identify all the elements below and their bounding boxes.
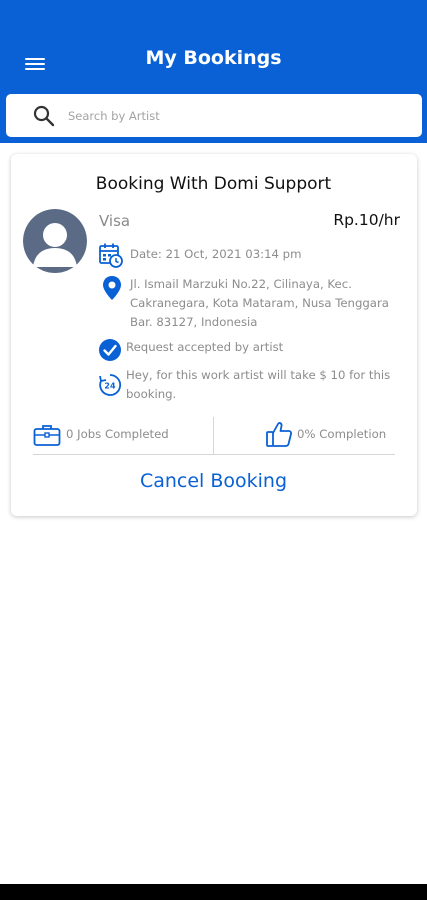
location-pin-icon bbox=[103, 276, 121, 300]
user-placeholder-icon bbox=[23, 209, 87, 273]
system-navigation-bar bbox=[0, 884, 427, 900]
stats-bottom-divider bbox=[33, 454, 395, 455]
booking-note: Hey, for this work artist will take $ 10… bbox=[126, 368, 391, 401]
briefcase-icon bbox=[33, 425, 61, 446]
booking-status: Request accepted by artist bbox=[126, 340, 284, 354]
search-input[interactable] bbox=[68, 103, 408, 129]
cancel-booking-button[interactable]: Cancel Booking bbox=[0, 470, 427, 492]
thumbs-up-icon bbox=[266, 422, 293, 447]
search-icon[interactable] bbox=[32, 104, 56, 128]
24-hour-icon: 24 bbox=[99, 374, 122, 396]
artist-name: Visa bbox=[99, 212, 131, 230]
booking-address: Jl. Ismail Marzuki No.22, Cilinaya, Kec.… bbox=[130, 277, 389, 329]
jobs-completed: 0 Jobs Completed bbox=[66, 427, 169, 441]
page-title: My Bookings bbox=[145, 47, 282, 69]
stats-divider bbox=[213, 417, 214, 454]
booking-title: Booking With Domi Support bbox=[95, 174, 332, 194]
completion-rate: 0% Completion bbox=[297, 427, 387, 441]
svg-text:24: 24 bbox=[104, 382, 116, 391]
booking-rate: Rp.10/hr bbox=[333, 211, 400, 229]
check-circle-icon bbox=[99, 339, 121, 361]
booking-card bbox=[11, 154, 417, 516]
calendar-clock-icon bbox=[99, 243, 123, 268]
avatar bbox=[23, 209, 87, 273]
booking-date: Date: 21 Oct, 2021 03:14 pm bbox=[130, 247, 302, 261]
